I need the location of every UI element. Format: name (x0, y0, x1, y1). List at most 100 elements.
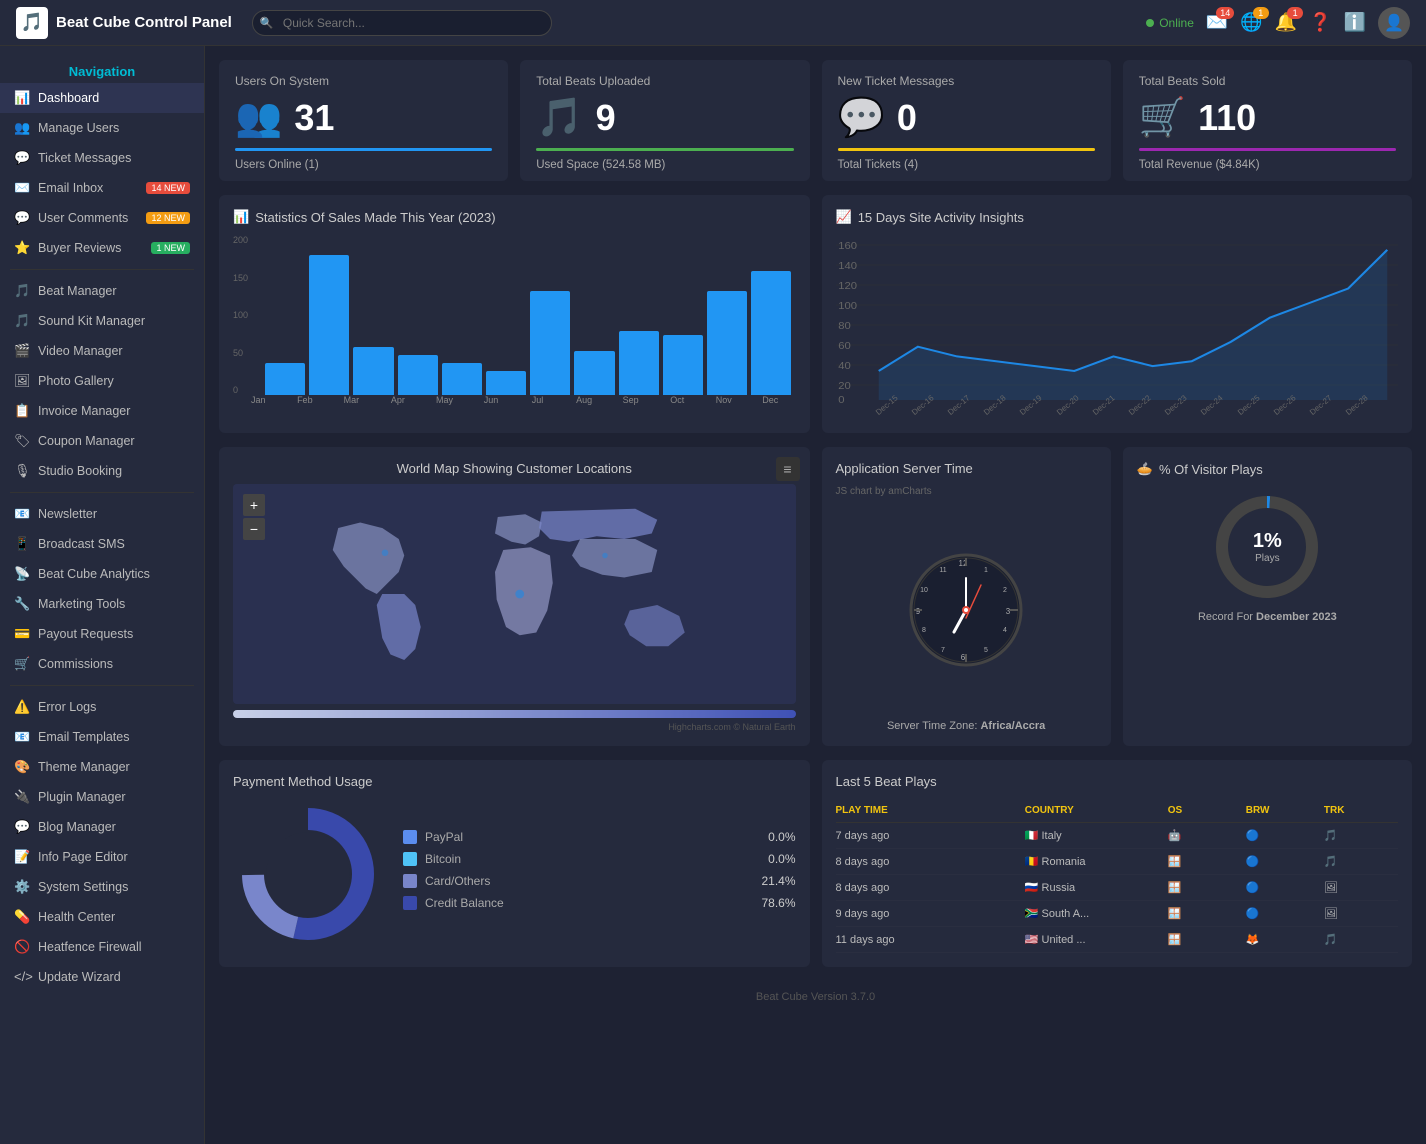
svg-text:140: 140 (838, 261, 857, 272)
map-zoom-out-button[interactable]: − (243, 518, 265, 540)
row-country: 🇺🇸 United ... (1025, 933, 1164, 946)
users-icon: 👥 (14, 120, 30, 136)
sidebar-item-invoice-manager[interactable]: 📋 Invoice Manager (0, 396, 204, 426)
sidebar-label-marketing-tools: Marketing Tools (38, 597, 125, 611)
row-os: 🪟 (1168, 855, 1242, 868)
sidebar-item-email-inbox[interactable]: ✉️ Email Inbox 14 NEW (0, 173, 204, 203)
last-row: Payment Method Usage (219, 760, 1412, 967)
map-menu-button[interactable]: ≡ (776, 457, 800, 481)
sidebar-item-update-wizard[interactable]: </> Update Wizard (0, 962, 204, 991)
sidebar-label-email-inbox: Email Inbox (38, 181, 103, 195)
info-icon-btn[interactable]: ℹ️ (1344, 12, 1366, 33)
bar-Dec (751, 271, 791, 395)
bar-label-May: May (423, 395, 466, 405)
payment-donut (233, 799, 383, 949)
sidebar-item-error-logs[interactable]: ⚠️ Error Logs (0, 692, 204, 722)
topbar-right: Online ✉️ 14 🌐 1 🔔 1 ❓ ℹ️ 👤 (1146, 7, 1410, 39)
col-os: OS (1168, 805, 1242, 816)
visitor-plays-title-text: % Of Visitor Plays (1159, 462, 1263, 477)
online-dot (1146, 19, 1154, 27)
row-os: 🤖 (1168, 829, 1242, 842)
world-map-svg (233, 484, 796, 704)
bar-label-Jun: Jun (470, 395, 513, 405)
payment-title-text: Payment Method Usage (233, 774, 372, 789)
map-credit: Highcharts.com © Natural Earth (233, 722, 796, 732)
middle-row: World Map Showing Customer Locations ≡ (219, 447, 1412, 746)
legend-item-bitcoin: Bitcoin 0.0% (403, 852, 796, 866)
map-legend (233, 710, 796, 718)
legend-item-credit: Credit Balance 78.6% (403, 896, 796, 910)
sidebar-item-user-comments[interactable]: 💬 User Comments 12 NEW (0, 203, 204, 233)
sidebar-label-heatfence-firewall: Heatfence Firewall (38, 940, 142, 954)
payout-icon: 💳 (14, 626, 30, 642)
sidebar-item-heatfence-firewall[interactable]: 🚫 Heatfence Firewall (0, 932, 204, 962)
row-os: 🪟 (1168, 933, 1242, 946)
row-country: 🇷🇺 Russia (1025, 881, 1164, 894)
sidebar-item-ticket-messages[interactable]: 💬 Ticket Messages (0, 143, 204, 173)
bar-Aug (574, 351, 614, 395)
sidebar-label-email-templates: Email Templates (38, 730, 129, 744)
server-timezone-label: Server Time Zone: (887, 720, 977, 732)
plugin-icon: 🔌 (14, 789, 30, 805)
map-title: World Map Showing Customer Locations (233, 461, 796, 476)
reviews-icon: ⭐ (14, 240, 30, 256)
beats-card: Last 5 Beat Plays PLAY TIME COUNTRY OS B… (822, 760, 1413, 967)
nav-title: Navigation (0, 56, 204, 83)
sidebar-item-info-page-editor[interactable]: 📝 Info Page Editor (0, 842, 204, 872)
sidebar-item-video-manager[interactable]: 🎬 Video Manager (0, 336, 204, 366)
bell-icon-btn[interactable]: 🔔 1 (1275, 12, 1297, 33)
sidebar-item-health-center[interactable]: 💊 Health Center (0, 902, 204, 932)
bar-label-Feb: Feb (284, 395, 327, 405)
bitcoin-color (403, 852, 417, 866)
sidebar-item-broadcast-sms[interactable]: 📱 Broadcast SMS (0, 529, 204, 559)
record-period: December 2023 (1256, 611, 1337, 623)
health-icon: 💊 (14, 909, 30, 925)
sidebar-item-studio-booking[interactable]: 🎙 Studio Booking (0, 456, 204, 486)
sidebar-item-payout-requests[interactable]: 💳 Payout Requests (0, 619, 204, 649)
photo-icon: 🖼 (14, 373, 30, 389)
sidebar-item-newsletter[interactable]: 📧 Newsletter (0, 499, 204, 529)
layout: Navigation 📊 Dashboard 👥 Manage Users 💬 … (0, 46, 1426, 1144)
sidebar-item-beat-cube-analytics[interactable]: 📡 Beat Cube Analytics (0, 559, 204, 589)
sidebar-item-theme-manager[interactable]: 🎨 Theme Manager (0, 752, 204, 782)
stat-card-beats: Total Beats Uploaded 🎵 9 Used Space (524… (520, 60, 809, 181)
avatar[interactable]: 👤 (1378, 7, 1410, 39)
search-input[interactable] (252, 10, 552, 36)
globe-icon-btn[interactable]: 🌐 1 (1240, 12, 1262, 33)
sidebar-item-plugin-manager[interactable]: 🔌 Plugin Manager (0, 782, 204, 812)
globe-badge: 1 (1253, 7, 1269, 19)
sidebar-label-system-settings: System Settings (38, 880, 128, 894)
stat-sub-tickets: Total Tickets (4) (838, 159, 1095, 171)
topbar: 🎵 Beat Cube Control Panel Online ✉️ 14 🌐… (0, 0, 1426, 46)
svg-text:11: 11 (939, 567, 946, 574)
sidebar-item-photo-gallery[interactable]: 🖼 Photo Gallery (0, 366, 204, 396)
sidebar-item-buyer-reviews[interactable]: ⭐ Buyer Reviews 1 NEW (0, 233, 204, 263)
sidebar-item-commissions[interactable]: 🛒 Commissions (0, 649, 204, 679)
sidebar-item-manage-users[interactable]: 👥 Manage Users (0, 113, 204, 143)
sidebar-item-blog-manager[interactable]: 💬 Blog Manager (0, 812, 204, 842)
bar-label-Oct: Oct (656, 395, 699, 405)
bar-label-Dec: Dec (749, 395, 792, 405)
sidebar-item-dashboard[interactable]: 📊 Dashboard (0, 83, 204, 113)
sales-chart-card: 📊 Statistics Of Sales Made This Year (20… (219, 195, 810, 433)
video-icon: 🎬 (14, 343, 30, 359)
activity-chart-title: 📈 15 Days Site Activity Insights (836, 209, 1399, 225)
svg-text:1: 1 (984, 567, 988, 574)
map-zoom-in-button[interactable]: + (243, 494, 265, 516)
sidebar-item-beat-manager[interactable]: 🎵 Beat Manager (0, 276, 204, 306)
sidebar-item-email-templates[interactable]: 📧 Email Templates (0, 722, 204, 752)
sidebar-label-ticket-messages: Ticket Messages (38, 151, 131, 165)
sidebar-item-system-settings[interactable]: ⚙️ System Settings (0, 872, 204, 902)
stat-number-sold: 110 (1198, 97, 1256, 139)
help-icon-btn[interactable]: ❓ (1309, 12, 1331, 33)
sidebar-item-sound-kit-manager[interactable]: 🎵 Sound Kit Manager (0, 306, 204, 336)
sidebar-item-marketing-tools[interactable]: 🔧 Marketing Tools (0, 589, 204, 619)
comments-icon: 💬 (14, 210, 30, 226)
bar-label-Apr: Apr (377, 395, 420, 405)
table-row: 8 days ago 🇷🇺 Russia 🪟 🔵 🖼 (836, 875, 1399, 901)
payment-title: Payment Method Usage (233, 774, 796, 789)
sidebar-label-health-center: Health Center (38, 910, 115, 924)
stat-sub-users: Users Online (1) (235, 159, 492, 171)
sidebar-item-coupon-manager[interactable]: 🏷 Coupon Manager (0, 426, 204, 456)
email-icon-btn[interactable]: ✉️ 14 (1206, 12, 1228, 33)
